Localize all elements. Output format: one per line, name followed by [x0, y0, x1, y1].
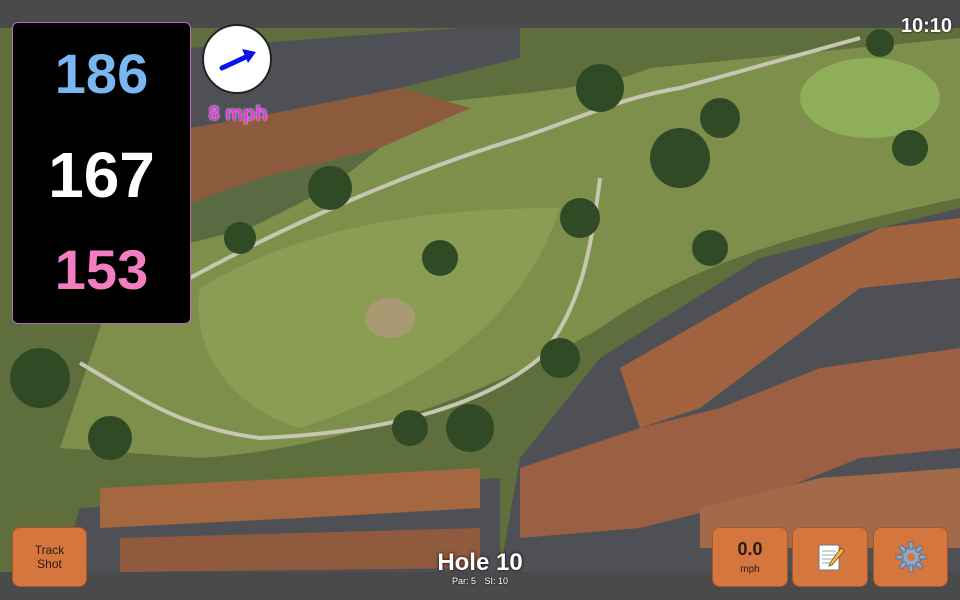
notes-button[interactable] [792, 527, 868, 587]
notepad-icon [818, 544, 845, 571]
wind-indicator [202, 24, 272, 94]
speed-button[interactable]: 0.0 mph [712, 527, 788, 587]
back-distance: 186 [54, 42, 149, 105]
distance-panel: 186 167 153 [12, 22, 191, 324]
track-shot-label-line2: Shot [37, 557, 62, 571]
track-shot-button[interactable]: Track Shot [12, 527, 87, 587]
hole-par: Par: 5 [451, 576, 476, 586]
settings-button[interactable] [873, 527, 948, 587]
clock: 10:10 [900, 15, 952, 37]
hole-stroke-index: SI: 10 [484, 576, 509, 586]
hole-title: Hole 10 [437, 549, 523, 576]
wind-arrow-icon [219, 49, 256, 71]
wind-speed-label: 8 mph [208, 103, 268, 125]
speed-unit: mph [740, 564, 760, 575]
track-shot-label-line1: Track [34, 543, 65, 557]
middle-distance: 167 [48, 139, 155, 211]
hole-info: Hole 10 Par: 5 SI: 10 [380, 549, 580, 587]
gear-icon [895, 541, 926, 573]
front-distance: 153 [54, 238, 149, 301]
speed-value: 0.0 [737, 539, 763, 559]
hole-details: Par: 5 SI: 10 [380, 576, 580, 586]
